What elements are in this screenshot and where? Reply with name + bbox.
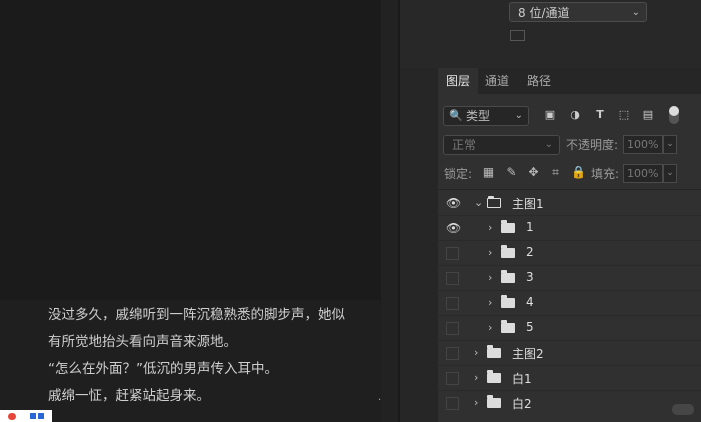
layer-row[interactable]: › 5 [438,316,701,341]
lock-label: 锁定: [444,167,473,181]
folder-icon [501,220,515,233]
folder-icon [487,395,501,408]
chevron-down-icon[interactable]: ⌄ [663,135,677,154]
chevron-right-icon[interactable]: › [488,296,492,309]
chevron-right-icon[interactable]: › [474,346,478,359]
lock-transparent-icon[interactable]: ▦ [482,165,495,179]
layer-row[interactable]: › 4 [438,291,701,316]
visibility-toggle[interactable] [446,297,459,310]
layer-name: 主图1 [512,197,544,211]
eye-icon[interactable]: 👁 [446,222,461,235]
visibility-toggle[interactable] [446,372,459,385]
layer-filter-select[interactable]: 🔍 类型 ⌄ [443,106,529,126]
bit-depth-select[interactable]: 8 位/通道 ⌄ [509,2,647,22]
story-line: “怎么在外面？”低沉的男声传入耳中。 [48,361,278,377]
filter-kind-label: 类型 [466,109,491,123]
opacity-input[interactable]: 100% [623,135,663,154]
chevron-right-icon[interactable]: › [488,321,492,334]
story-line: 戚绵一怔，赶紧站起身来。 [48,388,210,404]
fill-label: 填充: [591,167,620,181]
story-line: 有所觉地抬头看向声音来源地。 [48,334,237,350]
chevron-down-icon: ⌄ [631,7,640,18]
layer-name: 白2 [512,397,532,411]
panel-tabbar: 图层 通道 路径 [438,68,701,94]
adjustment-filter-icon[interactable]: ◑ [568,108,582,122]
blend-mode-value: 正常 [452,138,477,152]
layer-name: 主图2 [512,347,544,361]
color-swatch[interactable] [510,30,525,41]
tab-layers[interactable]: 图层 [438,68,478,94]
app-logo [0,410,52,422]
folder-icon [501,270,515,283]
type-filter-icon[interactable]: T [593,108,607,122]
folder-icon [501,320,515,333]
chevron-right-icon[interactable]: › [474,371,478,384]
layers-bottom-bar [438,414,701,422]
lock-pixels-icon[interactable]: ✎ [505,165,518,179]
visibility-toggle[interactable] [446,322,459,335]
layer-row[interactable]: › 白2 [438,391,701,416]
visibility-toggle[interactable] [446,347,459,360]
visibility-toggle[interactable] [446,272,459,285]
folder-icon [487,196,501,208]
search-icon: 🔍 [449,109,463,122]
story-line: 没过多久，戚绵听到一阵沉稳熟悉的脚步声，她似 [48,307,345,323]
image-filter-icon[interactable]: ▣ [543,108,557,122]
panel-separator [381,0,398,422]
chevron-right-icon[interactable]: › [474,396,478,409]
folder-icon [501,295,515,308]
layer-name: 2 [526,245,534,259]
bit-depth-value: 8 位/通道 [518,6,570,20]
layer-row[interactable]: 👁 › 1 [438,216,701,241]
chevron-down-icon: ⌄ [544,139,553,150]
layer-name: 白1 [512,372,532,386]
layer-name: 1 [526,220,534,234]
toggle-knob [669,106,679,116]
layer-row[interactable]: › 白1 [438,366,701,391]
opacity-label: 不透明度: [566,138,619,152]
chevron-right-icon[interactable]: › [488,271,492,284]
lock-position-icon[interactable]: ✥ [527,165,540,179]
divider [438,189,701,190]
tab-paths[interactable]: 路径 [527,68,551,94]
layer-row[interactable]: › 3 [438,266,701,291]
visibility-toggle[interactable] [446,247,459,260]
smart-object-filter-icon[interactable]: ▤ [641,108,655,122]
folder-icon [487,345,501,358]
eye-icon[interactable]: 👁 [446,197,461,210]
layer-row[interactable]: › 2 [438,241,701,266]
story-text: 没过多久，戚绵听到一阵沉稳熟悉的脚步声，她似 有所觉地抬头看向声音来源地。 “怎… [48,302,383,410]
lock-all-icon[interactable]: 🔒 [571,165,586,179]
chevron-right-icon[interactable]: › [488,246,492,259]
shape-filter-icon[interactable]: ⬚ [617,108,631,122]
layer-name: 3 [526,270,534,284]
layer-row[interactable]: › 主图2 [438,341,701,366]
lock-artboard-icon[interactable]: ⌗ [549,165,562,179]
chevron-down-icon[interactable]: ⌄ [663,164,677,183]
layer-row[interactable]: 👁 ⌄ 主图1 [438,191,701,216]
folder-icon [501,245,515,258]
visibility-toggle[interactable] [446,397,459,410]
chevron-right-icon[interactable]: › [488,221,492,234]
fill-input[interactable]: 100% [623,164,663,183]
tab-channels[interactable]: 通道 [485,68,509,94]
layer-name: 4 [526,295,534,309]
folder-icon [487,370,501,383]
layer-name: 5 [526,320,534,334]
chevron-down-icon: ⌄ [514,110,523,121]
filter-toggle[interactable] [669,106,679,124]
watermark [672,404,694,415]
chevron-down-icon[interactable]: ⌄ [474,196,483,209]
blend-mode-select[interactable]: 正常 ⌄ [443,135,560,155]
